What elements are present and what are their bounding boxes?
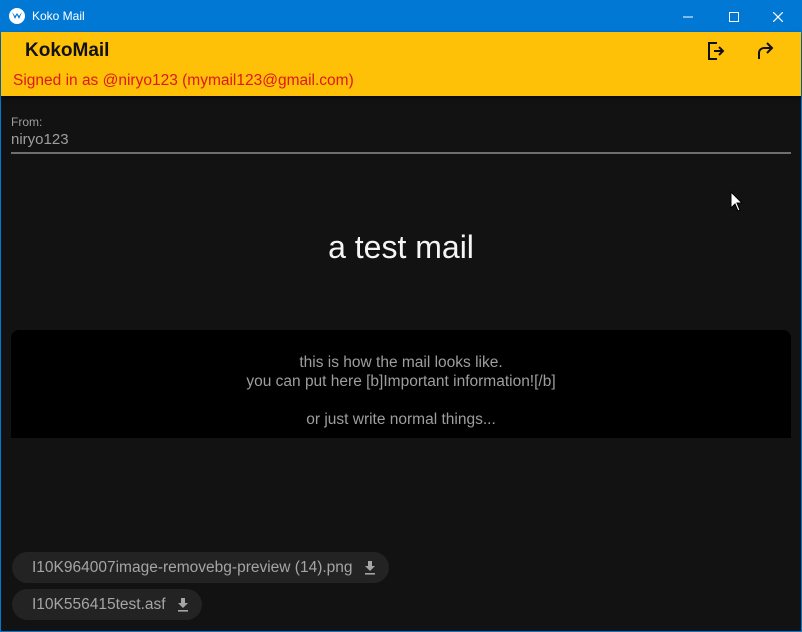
from-label: From: [11,115,43,129]
attachment-chip[interactable]: I10K964007image-removebg-preview (14).pn… [12,552,389,583]
mouse-pointer-icon [730,191,744,212]
minimize-button[interactable] [665,1,711,32]
title-bar[interactable]: Koko Mail [1,1,801,32]
maximize-button[interactable] [711,1,757,32]
logout-button[interactable] [701,38,731,64]
signed-in-status: Signed in as @niryo123 (mymail123@gmail.… [13,72,354,89]
window-title: Koko Mail [32,9,85,23]
from-field[interactable]: niryo123 [11,131,69,148]
reply-button[interactable] [750,38,780,64]
reply-icon [758,42,774,59]
kivy-logo-icon [9,8,25,24]
app-name: KokoMail [25,40,110,61]
attachment-name: I10K556415test.asf [32,595,166,613]
download-icon[interactable] [363,560,377,576]
mail-body-line: you can put here [b]Important informatio… [246,373,556,390]
attachment-name: I10K964007image-removebg-preview (14).pn… [32,558,353,576]
attachment-chip[interactable]: I10K556415test.asf [12,589,202,620]
mail-body-line: or just write normal things... [306,411,496,428]
mail-body-line: this is how the mail looks like. [299,354,503,371]
mail-body[interactable]: this is how the mail looks like. you can… [11,330,791,438]
logout-icon [708,42,725,60]
app-window: Koko Mail KokoMail Signed in as @niryo12… [0,0,802,632]
download-icon[interactable] [176,597,190,613]
close-button[interactable] [755,1,801,32]
app-bar: KokoMail Signed in as @niryo123 (mymail1… [1,32,801,96]
mail-subject: a test mail [328,229,474,265]
from-field-underline [11,152,791,154]
